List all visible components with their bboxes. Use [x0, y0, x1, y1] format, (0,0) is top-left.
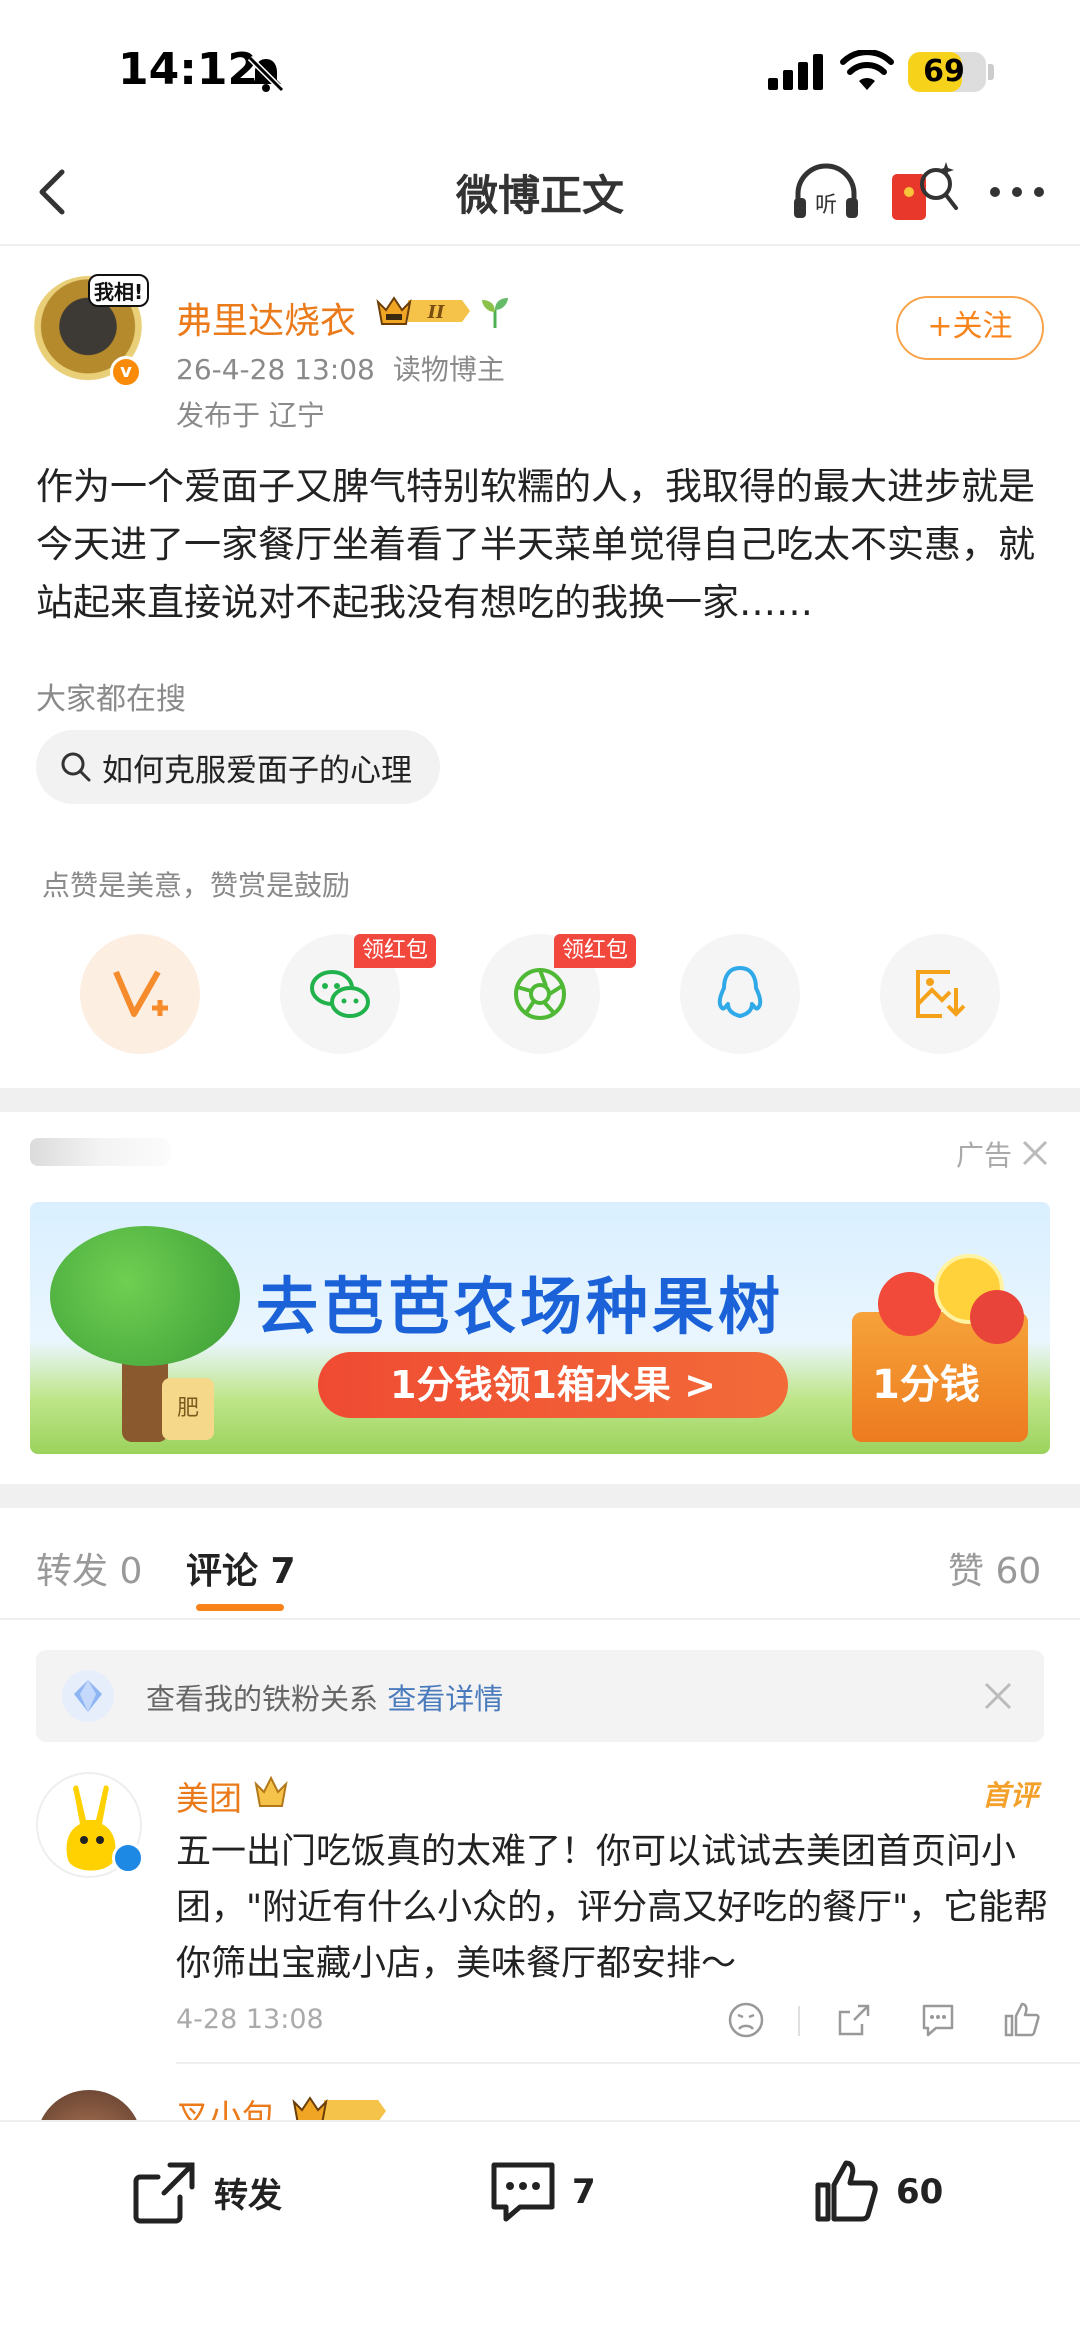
post-location: 发布于 辽宁	[176, 399, 325, 432]
fan-relationship-banner[interactable]: 查看我的铁粉关系 查看详情	[36, 1650, 1044, 1742]
qq-penguin-icon	[717, 966, 763, 1018]
bell-muted-icon	[247, 55, 285, 93]
like-count: 60	[896, 2172, 944, 2212]
reward-caption: 点赞是美意，赞赏是鼓励	[42, 869, 351, 902]
ad-source-blurred	[30, 1138, 170, 1166]
repost-button[interactable]: 转发	[130, 2152, 282, 2232]
comment-button[interactable]: 7	[488, 2152, 596, 2232]
action-separator	[798, 2006, 800, 2036]
tab-comments[interactable]: 评论 7	[186, 1542, 296, 1594]
reply-icon[interactable]	[918, 2000, 958, 2040]
dislike-face-icon[interactable]	[726, 2000, 766, 2040]
ad-fruit-tomato	[970, 1290, 1024, 1344]
share-row: 领红包 领红包	[0, 934, 1080, 1058]
crown-icon	[254, 1775, 288, 1807]
post-meta: 26-4-28 13:08 读物博主	[176, 348, 523, 388]
search-query: 如何克服爱面子的心理	[102, 752, 412, 789]
comment-divider	[176, 2062, 1080, 2064]
like-thumb-icon[interactable]	[1002, 2000, 1042, 2040]
ad-close-icon[interactable]	[1020, 1138, 1050, 1168]
close-icon[interactable]	[982, 1680, 1014, 1712]
author-role: 读物博主	[392, 353, 505, 386]
battery-icon: 69	[908, 52, 986, 92]
share-qq-button[interactable]	[680, 934, 800, 1054]
commenter-name[interactable]: 美团	[176, 1772, 242, 1820]
repost-icon	[133, 2162, 195, 2224]
comment-time: 4-28 13:08	[176, 2004, 324, 2035]
battery-tip	[988, 64, 994, 80]
tab-repost[interactable]: 转发 0	[36, 1542, 142, 1594]
fan-banner-label: 查看我的铁粉关系	[146, 1682, 388, 1716]
sprout-icon	[482, 298, 508, 328]
verified-blue-icon	[112, 1842, 144, 1874]
author-name[interactable]: 弗里达烧衣	[176, 292, 356, 344]
section-divider	[0, 1484, 1080, 1508]
share-icon[interactable]	[834, 2000, 874, 2040]
search-caption: 大家都在搜	[36, 682, 186, 717]
save-image-button[interactable]	[880, 934, 1000, 1054]
repost-label: 转发	[214, 2175, 282, 2216]
section-divider	[0, 1088, 1080, 1112]
save-image-icon	[916, 970, 966, 1018]
search-icon	[61, 752, 91, 782]
ad-box-text: 1分钱	[872, 1362, 980, 1408]
listen-headphones-icon[interactable]: 听	[790, 160, 862, 224]
status-bar: 14:12 69	[0, 0, 1080, 140]
ad-title: 去芭芭农场种果树	[256, 1270, 785, 1343]
ad-label: 广告	[956, 1139, 1013, 1172]
more-icon[interactable]	[986, 170, 1048, 214]
member-crown-badge-icon: II	[376, 296, 470, 325]
avatar-sticker: 我相!	[88, 274, 150, 307]
reward-button[interactable]	[80, 934, 200, 1054]
first-comment-tag: 首评	[982, 1779, 1039, 1812]
status-time: 14:12	[118, 44, 259, 95]
bottom-action-bar: 转发 7 60	[0, 2120, 1080, 2340]
tab-active-indicator	[196, 1604, 284, 1611]
ad-fruit-apple	[878, 1272, 942, 1336]
wechat-icon	[310, 970, 370, 1018]
like-thumb-icon	[815, 2160, 878, 2222]
svg-text:II: II	[427, 302, 445, 323]
post-date: 26-4-28 13:08	[176, 353, 375, 386]
comment-text: 五一出门吃饭真的太难了！你可以试试去美团首页问小团，"附近有什么小众的，评分高又…	[176, 1832, 1049, 1984]
diamond-fan-icon	[62, 1670, 114, 1722]
like-button[interactable]: 60	[812, 2152, 943, 2232]
moments-aperture-icon	[514, 968, 566, 1020]
post-tabs: 转发 0 评论 7 赞 60	[0, 1516, 1080, 1620]
redpack-search-icon[interactable]	[888, 158, 960, 226]
verified-badge-icon: v	[110, 356, 142, 388]
signal-icon	[768, 54, 823, 90]
post-text: 作为一个爱面子又脾气特别软糯的人，我取得的最大进步就是今天进了一家餐厅坐着看了半…	[36, 465, 1035, 624]
tab-likes[interactable]: 赞 60	[948, 1542, 1041, 1594]
wifi-icon	[840, 50, 894, 90]
fan-banner-text: 查看我的铁粉关系 查看详情	[146, 1676, 503, 1718]
ad-tree-crown	[50, 1226, 240, 1366]
svg-text:听: 听	[815, 193, 837, 218]
ad-fertilizer-bag: 肥	[162, 1378, 214, 1440]
redpack-tag-moments: 领红包	[554, 934, 637, 968]
follow-button[interactable]: +关注	[896, 296, 1044, 360]
ad-banner[interactable]: 肥 去芭芭农场种果树 1分钱领1箱水果 > 1分钱	[30, 1202, 1050, 1454]
nav-bar: 微博正文 听	[0, 140, 1080, 246]
ad-cta-pill: 1分钱领1箱水果 >	[318, 1352, 788, 1418]
fan-banner-link[interactable]: 查看详情	[387, 1682, 503, 1716]
comment-count: 7	[572, 2172, 596, 2212]
redpack-tag-wechat: 领红包	[354, 934, 437, 968]
reward-v-plus-icon	[113, 970, 168, 1017]
comment-icon	[491, 2162, 555, 2222]
search-suggestion-chip[interactable]: 如何克服爱面子的心理	[36, 730, 440, 804]
battery-level: 69	[923, 54, 965, 89]
